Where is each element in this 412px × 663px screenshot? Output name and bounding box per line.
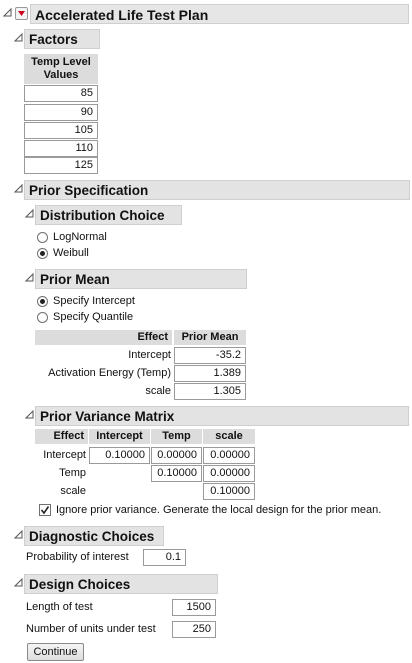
diagnostic-heading: Diagnostic Choices (24, 526, 164, 546)
units-label: Number of units under test (26, 623, 156, 635)
probability-field[interactable]: 0.1 (143, 549, 186, 566)
variance-cell[interactable]: 0.10000 (151, 465, 202, 482)
prior-spec-heading: Prior Specification (24, 180, 410, 200)
variance-cell[interactable]: 0.00000 (203, 447, 255, 464)
variance-temp-header: Temp (151, 429, 202, 444)
factors-heading: Factors (24, 29, 100, 49)
length-label: Length of test (26, 601, 93, 613)
units-field[interactable]: 250 (172, 621, 216, 638)
variance-cell[interactable]: 0.10000 (89, 447, 150, 464)
prior-mean-value-header: Prior Mean (174, 330, 246, 345)
effect-label: scale (145, 385, 171, 397)
red-triangle-menu-icon[interactable] (15, 7, 28, 20)
variance-cell[interactable]: 0.10000 (203, 483, 255, 500)
variance-effect-header: Effect (35, 429, 88, 444)
specify-intercept-radio[interactable] (37, 296, 48, 307)
design-heading: Design Choices (24, 574, 218, 594)
disclosure-triangle-icon[interactable] (3, 8, 12, 17)
disclosure-triangle-icon[interactable] (25, 273, 34, 282)
disclosure-triangle-icon[interactable] (14, 184, 23, 193)
specify-quantile-radio[interactable] (37, 312, 48, 323)
temp-level-value[interactable]: 110 (24, 140, 98, 157)
prior-mean-heading: Prior Mean (35, 269, 247, 289)
lognormal-radio[interactable] (37, 232, 48, 243)
disclosure-triangle-icon[interactable] (25, 410, 34, 419)
prior-mean-activation-field[interactable]: 1.389 (174, 365, 246, 382)
variance-cell[interactable]: 0.00000 (151, 447, 202, 464)
ignore-prior-variance-checkbox[interactable] (39, 504, 51, 516)
lognormal-label: LogNormal (53, 231, 107, 243)
page-title: Accelerated Life Test Plan (30, 4, 409, 24)
temp-level-value[interactable]: 125 (24, 157, 98, 174)
temp-level-value[interactable]: 90 (24, 104, 98, 121)
temp-level-header-line2: Values (43, 69, 79, 81)
weibull-label: Weibull (53, 247, 89, 259)
variance-cell[interactable]: 0.00000 (203, 465, 255, 482)
continue-button[interactable]: Continue (27, 643, 84, 661)
probability-label: Probability of interest (26, 551, 129, 563)
disclosure-triangle-icon[interactable] (14, 578, 23, 587)
prior-mean-intercept-field[interactable]: -35.2 (174, 347, 246, 364)
specify-quantile-label: Specify Quantile (53, 311, 134, 323)
distribution-choice-heading: Distribution Choice (35, 205, 182, 225)
prior-mean-scale-field[interactable]: 1.305 (174, 383, 246, 400)
specify-intercept-label: Specify Intercept (53, 295, 135, 307)
temp-level-value[interactable]: 85 (24, 85, 98, 102)
effect-label: Intercept (128, 349, 171, 361)
length-field[interactable]: 1500 (172, 599, 216, 616)
prior-mean-effect-header: Effect (35, 330, 172, 345)
prior-variance-heading: Prior Variance Matrix (35, 406, 409, 426)
disclosure-triangle-icon[interactable] (25, 209, 34, 218)
disclosure-triangle-icon[interactable] (14, 530, 23, 539)
temp-level-header-line1: Temp Level (31, 56, 91, 68)
effect-label: Activation Energy (Temp) (48, 367, 171, 379)
ignore-prior-variance-label: Ignore prior variance. Generate the loca… (56, 504, 382, 516)
variance-row-label: scale (60, 485, 86, 497)
variance-scale-header: scale (203, 429, 255, 444)
temp-level-header: Temp Level Values (24, 54, 98, 84)
variance-row-label: Intercept (43, 449, 86, 461)
disclosure-triangle-icon[interactable] (14, 33, 23, 42)
temp-level-value[interactable]: 105 (24, 122, 98, 139)
variance-intercept-header: Intercept (89, 429, 150, 444)
variance-row-label: Temp (59, 467, 86, 479)
weibull-radio[interactable] (37, 248, 48, 259)
